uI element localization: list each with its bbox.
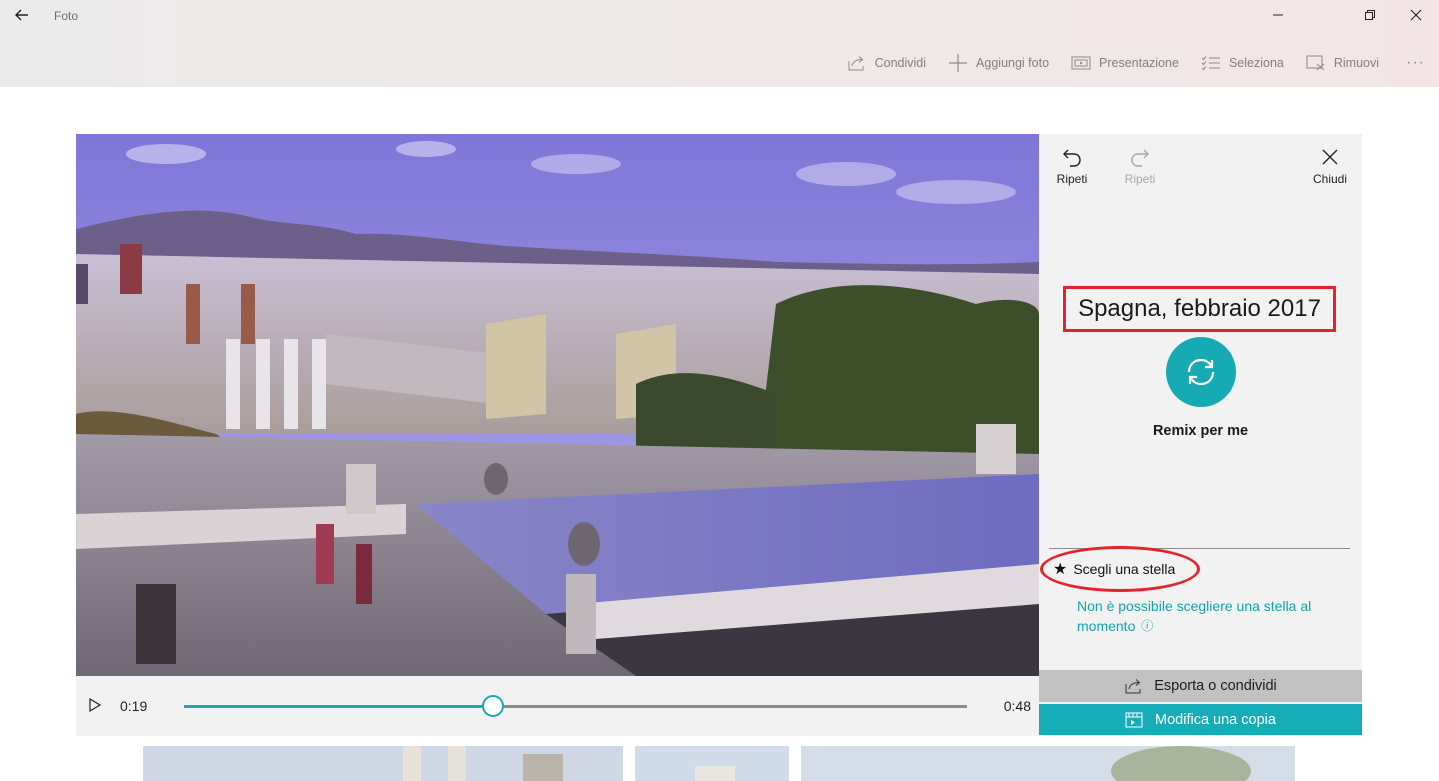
share-button[interactable]: Condividi [836,48,937,78]
slideshow-label: Presentazione [1099,56,1179,70]
select-button[interactable]: Seleziona [1190,48,1295,78]
minimize-button[interactable] [1255,0,1301,30]
close-editor-button[interactable]: Chiudi [1300,146,1360,186]
redo-icon [1131,149,1149,167]
remix-button[interactable] [1166,337,1236,407]
app-title: Foto [54,9,79,23]
edit-copy-button[interactable]: Modifica una copia [1039,704,1362,735]
video-editor: 0:19 0:48 Ripeti Ripeti Chiudi Spagna, f… [76,134,1362,736]
seek-bar-progress [184,705,494,708]
slideshow-icon [1071,56,1091,70]
choose-star-button[interactable]: ★ Scegli una stella [1040,546,1200,592]
total-time: 0:48 [1003,698,1031,714]
redo-label: Ripeti [1124,172,1156,186]
slideshow-button[interactable]: Presentazione [1060,48,1190,78]
share-icon [1125,679,1141,694]
arrow-left-icon [15,9,28,21]
star-unavailable-text: Non è possibile scegliere una stella al … [1077,598,1312,634]
playback-bar: 0:19 0:48 [76,676,1039,736]
star-unavailable-note: Non è possibile scegliere una stella al … [1077,596,1347,636]
refresh-icon [1187,358,1215,386]
select-label: Seleziona [1228,56,1284,70]
thumbnail-3-image [801,746,1295,781]
checklist-icon [1201,56,1220,71]
undo-button[interactable]: Ripeti [1042,146,1102,186]
thumbnail-2[interactable] [635,746,789,781]
title-and-command-bar: Foto Condividi Aggiungi foto Presentazio… [0,0,1439,87]
restore-button[interactable] [1347,0,1393,30]
back-button[interactable] [10,5,34,25]
thumbnail-2-image [635,746,789,781]
restore-icon [1365,10,1375,20]
info-icon[interactable]: ⓘ [1141,619,1153,633]
thumbnail-3[interactable] [801,746,1295,781]
add-photos-label: Aggiungi foto [976,56,1050,70]
seek-thumb[interactable] [482,695,505,717]
export-share-label: Esporta o condividi [1154,678,1277,694]
remove-label: Rimuovi [1333,56,1380,70]
add-photos-button[interactable]: Aggiungi foto [937,48,1060,78]
window-close-button[interactable] [1393,0,1439,30]
star-icon: ★ [1053,561,1068,578]
close-icon [1410,9,1422,21]
minimize-icon [1273,14,1283,16]
command-bar: Condividi Aggiungi foto Presentazione Se… [836,48,1439,78]
close-icon [1322,149,1338,165]
video-preview[interactable] [76,134,1039,676]
redo-button[interactable]: Ripeti [1110,146,1170,186]
remix-label: Remix per me [1152,423,1249,439]
plus-icon [949,54,968,72]
play-button[interactable] [88,697,104,715]
seek-bar[interactable] [184,695,967,717]
edit-copy-label: Modifica una copia [1155,711,1276,728]
undo-icon [1063,149,1081,167]
edit-side-panel: Ripeti Ripeti Chiudi Spagna, febbraio 20… [1039,134,1362,736]
thumbnail-1[interactable] [143,746,623,781]
remove-icon [1306,55,1325,71]
video-frame-image [76,134,1039,676]
current-time: 0:19 [120,698,148,714]
share-label: Condividi [874,56,927,70]
play-icon [89,697,102,713]
choose-star-label: Scegli una stella [1073,561,1176,577]
video-edit-icon [1125,712,1143,727]
video-title-field[interactable]: Spagna, febbraio 2017 [1063,286,1336,332]
close-label: Chiudi [1312,172,1348,186]
more-options-button[interactable]: ··· [1390,48,1439,78]
undo-label: Ripeti [1056,172,1088,186]
thumbnail-1-image [143,746,623,781]
remove-button[interactable]: Rimuovi [1295,48,1390,78]
export-share-button[interactable]: Esporta o condividi [1039,670,1362,702]
more-options-icon: ··· [1406,54,1425,71]
video-title-text: Spagna, febbraio 2017 [1078,295,1321,322]
share-icon [848,56,864,71]
